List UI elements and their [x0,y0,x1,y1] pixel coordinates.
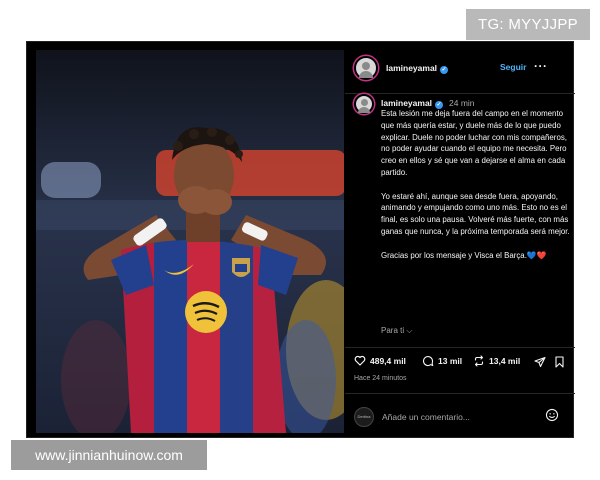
like-button[interactable]: 489,4 mil [354,355,406,366]
repost-icon [474,355,484,367]
paper-plane-icon [534,356,546,368]
post-photo[interactable] [36,50,344,433]
watermark-website: www.jinnianhuinow.com [11,440,207,470]
verified-badge-icon: ✓ [440,66,449,74]
repost-button[interactable]: 13,4 mil [473,355,520,367]
author-username-text: lamineyamal [386,63,438,73]
emoji-picker-button[interactable] [545,408,559,427]
page: TG: MYYJJPP lamineyamal ✓ Seguir ··· lam… [0,0,600,480]
blue-heart-emoji: 💙 [526,250,537,260]
caption-avatar[interactable] [354,94,374,114]
instagram-post: lamineyamal ✓ Seguir ··· lamineyamal ✓ 24 … [26,41,575,439]
post-header: lamineyamal ✓ Seguir ··· [345,42,575,94]
share-button[interactable] [534,355,546,373]
like-count: 489,4 mil [370,355,406,366]
post-time: 24 min [449,98,475,108]
author-avatar[interactable] [354,56,378,80]
comment-bubble-icon [422,355,434,367]
comment-input[interactable] [382,407,532,427]
caption-text: Esta lesión me deja fuera del campo en e… [381,109,570,260]
red-heart-emoji: ❤️ [536,250,547,260]
post-caption: Esta lesión me deja fuera del campo en e… [381,108,571,261]
post-side-pane: lamineyamal ✓ Seguir ··· lamineyamal ✓ 24 … [345,42,575,439]
see-translation-link[interactable]: Para ti ⌵ [381,326,412,336]
action-bar: 489,4 mil 13 mil 13,4 mil [345,347,575,369]
comment-count: 13 mil [438,356,463,366]
save-button[interactable] [554,355,565,373]
comment-composer: Dertina [345,393,575,439]
author-username[interactable]: lamineyamal ✓ [386,63,449,74]
viewer-avatar: Dertina [354,407,374,427]
smiley-icon [545,408,559,422]
repost-count: 13,4 mil [489,356,521,366]
follow-button[interactable]: Seguir [500,62,526,72]
caption-username-text: lamineyamal [381,98,433,108]
comment-button[interactable]: 13 mil [422,355,462,367]
caption-hearts: 💙❤️ [527,251,547,260]
bookmark-icon [555,356,564,368]
more-options-icon[interactable]: ··· [534,59,548,73]
heart-icon [354,355,366,366]
player-illustration [36,50,344,433]
posted-ago: Hace 24 minutos [354,375,407,382]
watermark-telegram: TG: MYYJJPP [466,9,590,40]
